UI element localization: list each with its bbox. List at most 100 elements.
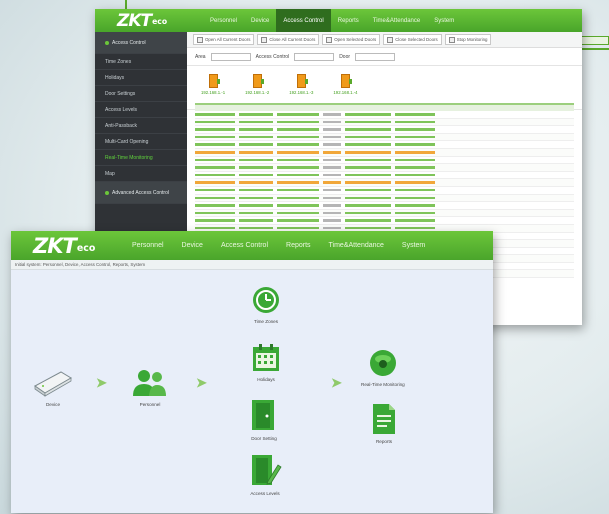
area-select[interactable] <box>210 52 251 61</box>
table-cell <box>395 204 435 207</box>
toolbar: Open All Current Doors Close All Current… <box>187 32 582 48</box>
table-row[interactable] <box>195 126 574 134</box>
table-row[interactable] <box>195 111 574 119</box>
table-cell <box>345 151 391 154</box>
table-cell <box>239 196 273 200</box>
table-cell <box>239 158 273 162</box>
time-zones-node[interactable]: Time Zones <box>251 285 281 324</box>
table-cell <box>277 211 319 215</box>
table-row[interactable] <box>195 202 574 210</box>
nav-tab-personnel[interactable]: Personnel <box>203 9 244 32</box>
table-row[interactable] <box>195 133 574 142</box>
table-row[interactable] <box>195 187 574 195</box>
table-cell <box>345 143 391 146</box>
nav-tab-reports[interactable]: Reports <box>279 242 318 249</box>
monitoring-node[interactable]: Real-Time Monitoring <box>361 348 405 387</box>
close-selected-doors-button[interactable]: Close Selected Doors <box>383 34 442 45</box>
table-cell <box>323 120 341 124</box>
table-cell <box>277 135 319 139</box>
menu-dot-icon <box>105 40 109 45</box>
table-row[interactable] <box>195 164 574 172</box>
table-cell <box>195 113 235 116</box>
open-all-doors-button[interactable]: Open All Current Doors <box>193 34 255 45</box>
nav-tab-personnel[interactable]: Personnel <box>125 242 171 249</box>
sidebar-header[interactable]: Access Control <box>95 32 187 54</box>
table-cell <box>395 226 435 230</box>
monitoring-label: Real-Time Monitoring <box>361 382 405 387</box>
nav-tab-access-control[interactable]: Access Control <box>214 242 275 249</box>
sidebar-item-anti-passback[interactable]: Anti-Passback <box>95 118 187 134</box>
table-cell <box>277 173 319 177</box>
sidebar-item-label: Advanced Access Control <box>112 189 169 196</box>
access-control-select[interactable] <box>294 52 335 61</box>
system-overview-window: ZKTeco Personnel Device Access Control R… <box>11 231 493 513</box>
sidebar-item-door-settings[interactable]: Door Settings <box>95 86 187 102</box>
flow-arrow-icon: ➤ <box>196 375 207 390</box>
device-node[interactable]: Device <box>31 368 75 407</box>
stop-icon <box>448 36 455 43</box>
table-row[interactable] <box>195 157 574 165</box>
nav-tab-device[interactable]: Device <box>175 242 210 249</box>
personnel-node[interactable]: Personnel <box>131 368 169 407</box>
open-selected-doors-button[interactable]: Open Selected Doors <box>322 34 381 45</box>
sidebar-item-monitoring[interactable]: Real-Time Monitoring <box>95 150 187 166</box>
table-cell <box>323 196 341 200</box>
table-cell <box>395 113 435 116</box>
nav-tab-device[interactable]: Device <box>244 9 276 32</box>
nav-tab-access-control[interactable]: Access Control <box>276 9 331 32</box>
table-cell <box>277 143 319 146</box>
table-cell <box>345 196 391 200</box>
nav-tab-reports[interactable]: Reports <box>331 9 366 32</box>
table-row[interactable] <box>195 118 574 127</box>
table-cell <box>323 211 341 215</box>
table-cell <box>277 196 319 200</box>
table-cell <box>323 219 341 222</box>
sidebar-item-holidays[interactable]: Holidays <box>95 70 187 86</box>
nav-tab-system[interactable]: System <box>395 242 432 249</box>
table-cell <box>395 128 435 131</box>
sidebar-item-time-zones[interactable]: Time Zones <box>95 54 187 70</box>
table-row[interactable] <box>195 209 574 218</box>
table-row[interactable] <box>195 179 574 187</box>
nav-tab-system[interactable]: System <box>427 9 461 32</box>
menu-dot-icon <box>105 190 109 195</box>
stop-monitoring-button[interactable]: Stop Monitoring <box>444 34 492 45</box>
filter-label-door: Door <box>339 53 351 60</box>
door-edit-icon <box>252 455 282 485</box>
sidebar-item-advanced[interactable]: Advanced Access Control <box>95 182 187 204</box>
door-icon <box>208 74 220 88</box>
table-cell <box>345 181 391 184</box>
table-cell <box>239 188 273 192</box>
table-cell <box>195 219 235 222</box>
table-cell <box>395 143 435 146</box>
holidays-node[interactable]: Holidays <box>251 343 281 382</box>
access-levels-node[interactable]: Access Levels <box>248 453 282 496</box>
nav-tab-time-attendance[interactable]: Time&Attendance <box>322 242 391 249</box>
door-setting-node[interactable]: Door Setting <box>248 398 280 441</box>
table-row[interactable] <box>195 217 574 225</box>
table-cell <box>277 204 319 207</box>
table-cell <box>195 158 235 162</box>
table-header <box>195 103 574 111</box>
table-cell <box>195 211 235 215</box>
table-cell <box>395 181 435 184</box>
door-select[interactable] <box>355 52 396 61</box>
table-row[interactable] <box>195 172 574 180</box>
table-cell <box>239 204 273 207</box>
filter-label-access-control: Access Control <box>255 53 290 60</box>
table-cell <box>277 188 319 192</box>
sidebar-item-access-levels[interactable]: Access Levels <box>95 102 187 118</box>
table-cell <box>345 166 391 169</box>
breadcrumb-text: Initial system: Personnel, Device, Acces… <box>15 262 146 267</box>
sidebar-item-multi-card[interactable]: Multi-Card Opening <box>95 134 187 150</box>
close-all-doors-button[interactable]: Close All Current Doors <box>257 34 320 45</box>
table-cell <box>277 128 319 131</box>
sidebar-item-map[interactable]: Map <box>95 166 187 182</box>
table-row[interactable] <box>195 148 574 157</box>
table-row[interactable] <box>195 194 574 203</box>
table-row[interactable] <box>195 141 574 149</box>
table-cell <box>239 181 273 184</box>
table-cell <box>345 204 391 207</box>
reports-node[interactable]: Reports <box>371 403 397 444</box>
nav-tab-time-attendance[interactable]: Time&Attendance <box>366 9 427 32</box>
